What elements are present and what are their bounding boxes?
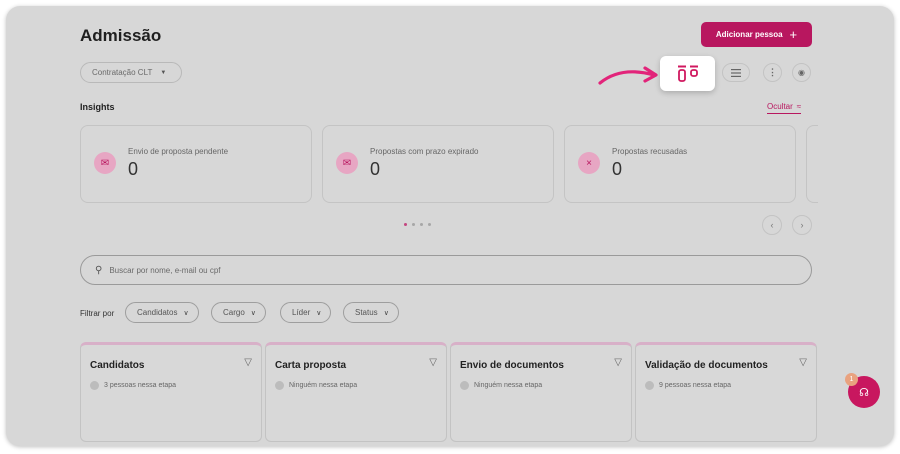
column-count-text: Ninguém nessa etapa	[289, 382, 358, 389]
chevron-down-icon: ∨	[183, 309, 189, 317]
pagination-dot[interactable]	[428, 223, 431, 226]
column-title: Carta proposta	[275, 360, 347, 371]
hide-insights-link[interactable]: Ocultar ≈	[767, 102, 802, 114]
pagination-dot[interactable]	[420, 223, 423, 226]
insight-label: Propostas recusadas	[612, 147, 688, 156]
search-input[interactable]: ⚲ Buscar por nome, e-mail ou cpf	[80, 255, 812, 285]
filter-chip-candidates[interactable]: Candidatos ∨	[125, 302, 199, 323]
filter-chip-role[interactable]: Cargo ∨	[211, 302, 266, 323]
avatar-icon	[460, 381, 469, 390]
filter-label: Filtrar por	[80, 309, 115, 318]
filter-icon[interactable]: ▽	[614, 357, 622, 368]
chevron-down-icon: ∨	[383, 309, 389, 317]
avatar-icon	[645, 381, 654, 390]
column-count: Ninguém nessa etapa	[275, 381, 357, 390]
column-count-text: 9 pessoas nessa etapa	[659, 382, 731, 389]
column-title: Validação de documentos	[645, 360, 768, 371]
headset-icon: ☊	[859, 386, 869, 399]
filter-chip-leader[interactable]: Líder ∨	[280, 302, 332, 323]
caret-down-icon: ▼	[160, 69, 167, 76]
column-count: Ninguém nessa etapa	[460, 381, 542, 390]
column-title: Candidatos	[90, 360, 145, 371]
filter-icon[interactable]: ▽	[244, 357, 252, 368]
contract-type-dropdown[interactable]: Contratação CLT ▼	[80, 62, 182, 83]
chevron-right-icon: ›	[800, 220, 804, 230]
search-icon: ⚲	[95, 264, 103, 276]
list-icon	[731, 68, 741, 77]
chip-label: Candidatos	[137, 308, 178, 317]
insight-value: 0	[128, 159, 139, 179]
filter-icon[interactable]: ▽	[429, 357, 437, 368]
kanban-icon	[677, 65, 698, 82]
insight-value: 0	[612, 159, 623, 179]
chevron-down-icon: ∨	[316, 309, 322, 317]
notification-badge: 1	[845, 373, 858, 386]
filter-icon[interactable]: ▽	[799, 357, 807, 368]
mail-icon: ✉	[94, 152, 116, 174]
kanban-column-documents-validation: Validação de documentos ▽ 9 pessoas ness…	[635, 342, 817, 442]
insights-title: Insights	[80, 102, 115, 112]
insight-card-declined: × Propostas recusadas 0	[564, 125, 796, 203]
insight-label: Propostas com prazo expirado	[370, 147, 479, 156]
insight-card-expired: ✉ Propostas com prazo expirado 0	[322, 125, 554, 203]
insight-label: Envio de proposta pendente	[128, 147, 229, 156]
chevron-up-icon: ≈	[796, 102, 802, 111]
chip-label: Status	[355, 308, 378, 317]
kanban-column-offer-letter: Carta proposta ▽ Ninguém nessa etapa	[265, 342, 447, 442]
kanban-column-candidates: Candidatos ▽ 3 pessoas nessa etapa	[80, 342, 262, 442]
more-vertical-icon: ⋮	[768, 67, 777, 77]
column-title: Envio de documentos	[460, 360, 564, 371]
carousel-next-button[interactable]: ›	[792, 215, 812, 235]
app-window: Admissão Adicionar pessoa + Contratação …	[6, 6, 894, 446]
chevron-left-icon: ‹	[770, 220, 774, 230]
carousel-pagination	[404, 223, 431, 226]
hide-insights-label: Ocultar	[767, 102, 793, 111]
pagination-dot[interactable]	[404, 223, 407, 226]
arrow-annotation-icon	[598, 66, 658, 85]
insight-value: 0	[370, 159, 381, 179]
chevron-down-icon: ∨	[250, 309, 256, 317]
insight-card-pending: ✉ Envio de proposta pendente 0	[80, 125, 312, 203]
target-icon: ◉	[798, 68, 805, 77]
add-person-label: Adicionar pessoa	[715, 30, 783, 39]
column-count-text: 3 pessoas nessa etapa	[104, 382, 176, 389]
search-placeholder: Buscar por nome, e-mail ou cpf	[109, 265, 221, 275]
avatar-icon	[275, 381, 284, 390]
column-count: 9 pessoas nessa etapa	[645, 381, 731, 390]
filter-chip-status[interactable]: Status ∨	[343, 302, 399, 323]
column-count: 3 pessoas nessa etapa	[90, 381, 176, 390]
chip-label: Líder	[292, 308, 311, 317]
pagination-dot[interactable]	[412, 223, 415, 226]
more-options-button[interactable]: ⋮	[763, 63, 782, 82]
add-person-button[interactable]: Adicionar pessoa +	[701, 22, 812, 47]
chip-label: Cargo	[223, 308, 245, 317]
contract-type-value: Contratação CLT	[92, 68, 153, 77]
insight-card-partial	[806, 125, 818, 203]
column-count-text: Ninguém nessa etapa	[474, 382, 543, 389]
plus-icon: +	[789, 27, 798, 42]
page-title: Admissão	[80, 26, 162, 45]
list-view-button[interactable]	[722, 63, 750, 82]
kanban-column-documents-sending: Envio de documentos ▽ Ninguém nessa etap…	[450, 342, 632, 442]
close-icon: ×	[578, 152, 600, 174]
carousel-prev-button[interactable]: ‹	[762, 215, 782, 235]
mail-x-icon: ✉	[336, 152, 358, 174]
avatar-icon	[90, 381, 99, 390]
kanban-view-button[interactable]	[660, 56, 715, 91]
settings-circle-button[interactable]: ◉	[792, 63, 811, 82]
